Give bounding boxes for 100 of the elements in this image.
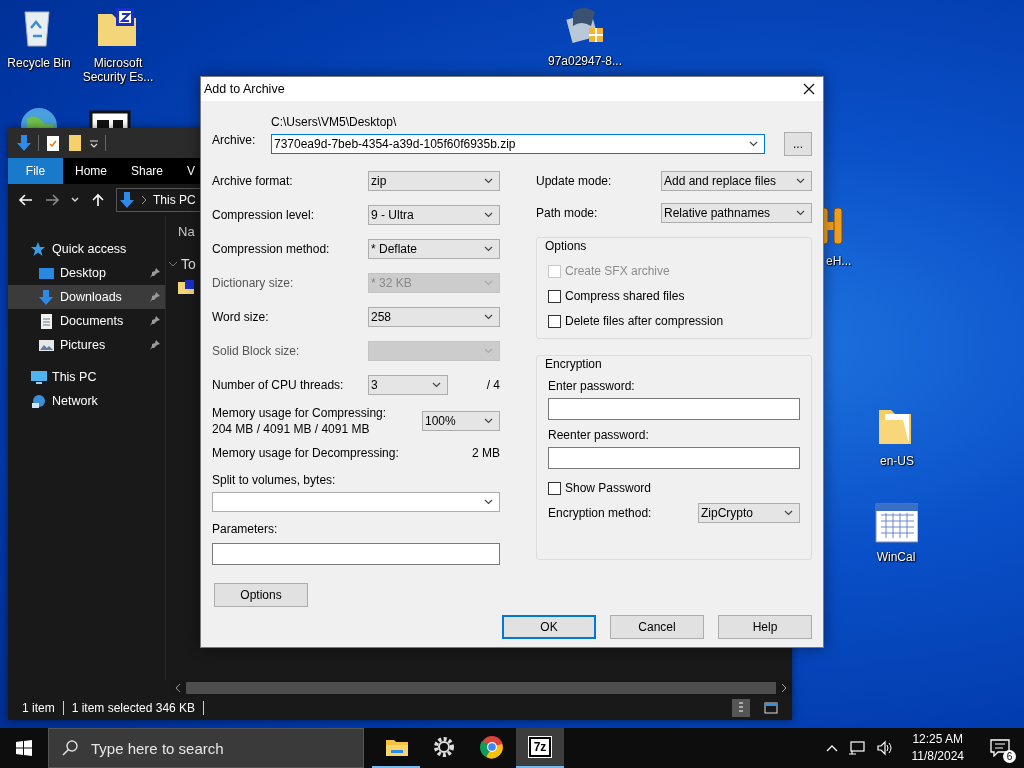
- checkbox-label: Compress shared files: [565, 289, 685, 303]
- chevron-icon: [484, 246, 493, 252]
- taskbar-app[interactable]: 7z: [516, 728, 564, 768]
- dropdown[interactable]: zip: [368, 171, 500, 191]
- network-icon: [30, 392, 48, 410]
- dropdown[interactable]: * Deflate: [368, 239, 500, 259]
- pin-icon[interactable]: [149, 339, 161, 351]
- volume-icon[interactable]: [875, 740, 894, 756]
- chevron-icon: [484, 280, 493, 286]
- nav-label: Desktop: [60, 266, 107, 280]
- chevron-icon: [484, 314, 493, 320]
- dropdown[interactable]: 9 - Ultra: [368, 205, 500, 225]
- field-label: Compression level:: [212, 208, 316, 222]
- nav-label: This PC: [52, 370, 98, 384]
- chevron-icon: [784, 510, 793, 516]
- properties-icon[interactable]: [45, 134, 61, 152]
- memory-value: 2 MB: [472, 446, 500, 460]
- nav-label: Documents: [60, 314, 125, 328]
- download-icon: [119, 191, 135, 209]
- windows-logo-icon: [16, 740, 32, 756]
- nav-label: Network: [52, 394, 99, 408]
- status-text: 1 item selected 346 KB: [71, 701, 196, 715]
- field-label: Archive:: [212, 132, 257, 147]
- nav-item[interactable]: Quick access: [8, 237, 165, 261]
- scroll-left-icon[interactable]: [174, 683, 182, 693]
- search-field[interactable]: Type here to search: [48, 728, 364, 768]
- dialog-button[interactable]: OK: [502, 615, 596, 639]
- field-label: Enter password:: [548, 379, 636, 393]
- nav-item[interactable]: Desktop: [8, 261, 165, 285]
- details-view-icon[interactable]: [732, 699, 750, 717]
- folder-icon[interactable]: [67, 134, 83, 152]
- forward-icon[interactable]: [44, 192, 60, 208]
- field-label: Word size:: [212, 310, 270, 324]
- checkbox[interactable]: [548, 314, 561, 328]
- download-icon: [38, 288, 56, 306]
- browse-button[interactable]: ...: [784, 132, 812, 156]
- archive-name-field[interactable]: 7370ea9d-7beb-4354-a39d-105f60f6935b.zip: [271, 134, 765, 154]
- back-icon[interactable]: [18, 192, 34, 208]
- pin-icon[interactable]: [149, 315, 161, 327]
- field-label: Compression method:: [212, 242, 331, 256]
- calendar-icon[interactable]: [874, 500, 918, 544]
- chevron-icon: [796, 178, 805, 184]
- nav-item[interactable]: Pictures: [8, 333, 165, 357]
- memory-values: 204 MB / 4091 MB / 4091 MB: [212, 421, 371, 437]
- icon-label: en-US: [880, 454, 914, 468]
- pin-icon[interactable]: [149, 291, 161, 303]
- ribbon-tab[interactable]: Share: [119, 158, 176, 184]
- scroll-right-icon[interactable]: [780, 683, 788, 693]
- up-icon[interactable]: [90, 192, 106, 208]
- password-field[interactable]: [548, 447, 800, 469]
- nav-label: Quick access: [52, 242, 128, 256]
- gear-icon: [432, 735, 456, 759]
- group-title: Options: [545, 239, 588, 253]
- checkbox[interactable]: [548, 289, 561, 303]
- search-icon: [61, 739, 79, 757]
- chevron-icon: [484, 212, 493, 218]
- nav-item[interactable]: Downloads: [8, 285, 165, 309]
- pin-icon[interactable]: [149, 267, 161, 279]
- field-label: Encryption method:: [548, 506, 652, 520]
- group-title: Encryption: [545, 357, 603, 371]
- address-text: This PC: [153, 193, 196, 207]
- network-icon[interactable]: [847, 740, 866, 756]
- chevron-icon[interactable]: [168, 260, 178, 268]
- dropdown[interactable]: 3: [368, 375, 448, 395]
- password-field[interactable]: [548, 398, 800, 420]
- dialog-button[interactable]: Cancel: [610, 615, 704, 639]
- ribbon-tab[interactable]: File: [8, 158, 63, 184]
- close-icon[interactable]: [803, 83, 815, 95]
- field-label: Archive format:: [212, 174, 294, 188]
- column-header[interactable]: Na: [178, 224, 195, 239]
- clock[interactable]: 12:25 AM 11/8/2024: [903, 731, 972, 765]
- field-label: Memory usage for Decompressing:: [212, 446, 399, 460]
- download-icon[interactable]: [16, 134, 32, 152]
- window-icon[interactable]: [89, 108, 133, 128]
- dropdown[interactable]: Relative pathnames: [661, 203, 812, 223]
- tiles-view-icon[interactable]: [762, 699, 780, 717]
- window-title: Add to Archive: [204, 82, 285, 96]
- parameters-field[interactable]: [212, 543, 500, 565]
- dropdown[interactable]: 100%: [422, 411, 500, 431]
- dialog-button[interactable]: Help: [718, 615, 812, 639]
- field-label: Parameters:: [212, 522, 279, 537]
- options-button[interactable]: Options: [214, 583, 308, 607]
- dropdown[interactable]: ZipCrypto: [698, 503, 800, 523]
- checkbox-label: Show Password: [565, 481, 652, 495]
- ribbon-tab[interactable]: Home: [63, 158, 119, 184]
- file-icon[interactable]: [178, 280, 194, 294]
- browser-icon: [480, 735, 504, 759]
- field-label: Split to volumes, bytes:: [212, 473, 337, 488]
- icon-label: WinCal: [876, 550, 916, 564]
- show-hidden-icons-icon[interactable]: [825, 743, 838, 753]
- nav-item[interactable]: This PC: [8, 365, 165, 389]
- field-label: Solid Block size:: [212, 344, 301, 358]
- chevron-icon: [749, 141, 758, 147]
- dropdown[interactable]: 258: [368, 307, 500, 327]
- nav-item[interactable]: Network: [8, 389, 165, 413]
- checkbox-label: Create SFX archive: [565, 264, 670, 278]
- dropdown[interactable]: Add and replace files: [661, 171, 812, 191]
- nav-item[interactable]: Documents: [8, 309, 165, 333]
- field-label: Reenter password:: [548, 428, 650, 442]
- checkbox[interactable]: [548, 481, 561, 495]
